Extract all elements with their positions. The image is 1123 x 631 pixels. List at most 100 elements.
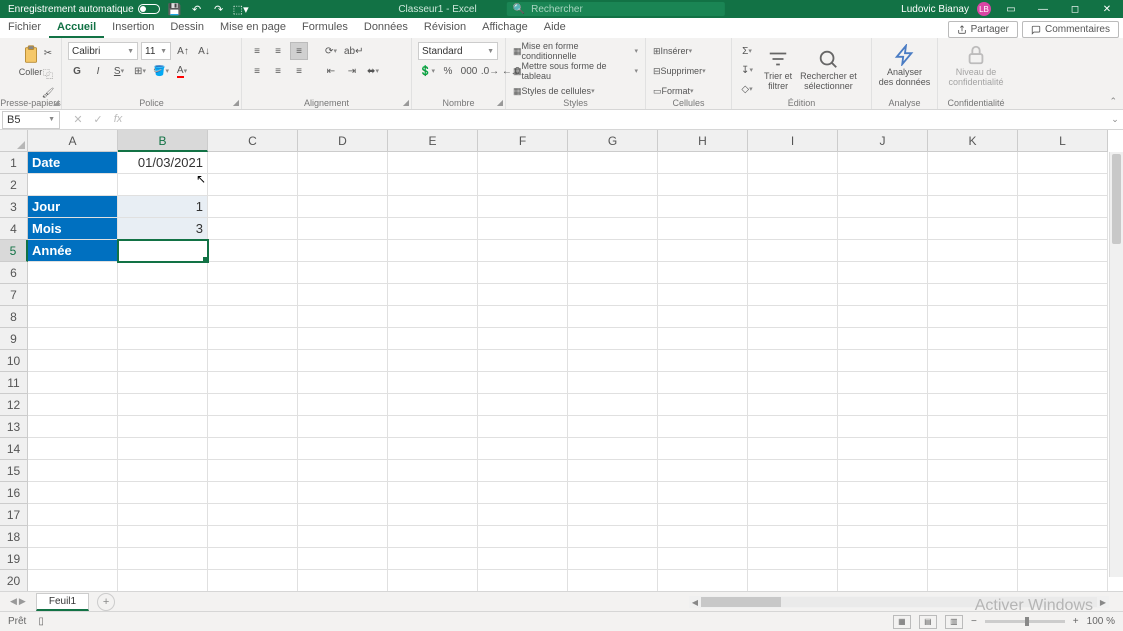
zoom-in-button[interactable]: +	[1073, 616, 1079, 627]
row-header[interactable]: 11	[0, 372, 28, 394]
cell[interactable]	[1018, 526, 1108, 548]
redo-icon[interactable]: ↷	[212, 2, 226, 16]
cell[interactable]	[1018, 218, 1108, 240]
underline-button[interactable]: S▾	[110, 62, 128, 80]
cell[interactable]	[748, 416, 838, 438]
tab-dessin[interactable]: Dessin	[162, 18, 212, 38]
cell[interactable]	[1018, 306, 1108, 328]
cell[interactable]	[1018, 416, 1108, 438]
cell[interactable]	[838, 350, 928, 372]
cell[interactable]	[838, 482, 928, 504]
zoom-slider[interactable]	[985, 620, 1065, 623]
cell[interactable]	[208, 394, 298, 416]
cell[interactable]	[838, 460, 928, 482]
row-header[interactable]: 9	[0, 328, 28, 350]
cell[interactable]	[118, 328, 208, 350]
scroll-left-icon[interactable]: ◀	[689, 598, 701, 607]
row-header[interactable]: 15	[0, 460, 28, 482]
cell[interactable]	[388, 350, 478, 372]
cell[interactable]	[388, 240, 478, 262]
align-right-button[interactable]: ≡	[290, 62, 308, 80]
save-icon[interactable]: 💾	[168, 2, 182, 16]
sort-filter-button[interactable]: Trier et filtrer	[760, 42, 796, 98]
cell[interactable]	[208, 416, 298, 438]
cell[interactable]	[1018, 284, 1108, 306]
user-avatar[interactable]: LB	[977, 2, 991, 16]
cell[interactable]	[658, 240, 748, 262]
delete-cells-button[interactable]: ⊟ Supprimer▾	[652, 62, 707, 80]
cell[interactable]	[748, 350, 838, 372]
cell[interactable]	[658, 152, 748, 174]
clipboard-launcher-icon[interactable]: ◢	[53, 98, 59, 107]
cell[interactable]	[838, 416, 928, 438]
row-header[interactable]: 20	[0, 570, 28, 591]
cell[interactable]	[748, 372, 838, 394]
cell[interactable]	[1018, 570, 1108, 591]
row-header[interactable]: 17	[0, 504, 28, 526]
cell[interactable]	[658, 394, 748, 416]
cell[interactable]	[928, 196, 1018, 218]
cell[interactable]	[928, 438, 1018, 460]
cell[interactable]	[838, 196, 928, 218]
cell[interactable]	[388, 284, 478, 306]
cell[interactable]	[568, 350, 658, 372]
cell[interactable]	[118, 284, 208, 306]
cell[interactable]	[298, 548, 388, 570]
cell[interactable]	[838, 174, 928, 196]
page-layout-button[interactable]: ▤	[919, 615, 937, 629]
horizontal-scrollbar[interactable]: ◀ ▶	[689, 596, 1109, 608]
cell[interactable]	[658, 218, 748, 240]
cell[interactable]	[928, 174, 1018, 196]
cell[interactable]	[928, 548, 1018, 570]
toggle-switch[interactable]	[138, 4, 160, 14]
cell[interactable]	[1018, 328, 1108, 350]
cell[interactable]	[478, 350, 568, 372]
cell[interactable]	[838, 262, 928, 284]
normal-view-button[interactable]: ▦	[893, 615, 911, 629]
cell[interactable]	[298, 504, 388, 526]
cell[interactable]	[388, 394, 478, 416]
cell[interactable]	[748, 196, 838, 218]
row-header[interactable]: 4	[0, 218, 28, 240]
cell[interactable]: Année	[28, 240, 118, 262]
cell[interactable]	[838, 328, 928, 350]
cell[interactable]	[28, 526, 118, 548]
cell[interactable]	[478, 240, 568, 262]
cell[interactable]	[388, 416, 478, 438]
cell[interactable]	[838, 152, 928, 174]
close-icon[interactable]: ✕	[1095, 0, 1119, 18]
cell[interactable]	[28, 350, 118, 372]
tab-affichage[interactable]: Affichage	[474, 18, 536, 38]
cell[interactable]	[208, 438, 298, 460]
cell[interactable]	[658, 262, 748, 284]
alignment-launcher-icon[interactable]: ◢	[403, 98, 409, 107]
cell[interactable]	[658, 504, 748, 526]
cell[interactable]	[478, 570, 568, 591]
copy-icon[interactable]: ⿻	[39, 64, 57, 82]
cell[interactable]	[568, 152, 658, 174]
cell[interactable]	[658, 526, 748, 548]
cell[interactable]	[568, 218, 658, 240]
merge-button[interactable]: ⬌▾	[364, 62, 382, 80]
cell[interactable]	[568, 394, 658, 416]
cell[interactable]	[928, 350, 1018, 372]
column-header[interactable]: D	[298, 130, 388, 152]
cell[interactable]	[478, 548, 568, 570]
cell[interactable]	[658, 372, 748, 394]
cell[interactable]	[28, 306, 118, 328]
cell[interactable]	[928, 240, 1018, 262]
cell[interactable]	[568, 262, 658, 284]
cell[interactable]	[568, 306, 658, 328]
cell[interactable]	[208, 306, 298, 328]
cell[interactable]	[388, 526, 478, 548]
cell[interactable]	[838, 548, 928, 570]
find-select-button[interactable]: Rechercher et sélectionner	[796, 42, 861, 98]
align-bottom-button[interactable]: ≡	[290, 42, 308, 60]
cell[interactable]	[28, 262, 118, 284]
cancel-formula-icon[interactable]: ✕	[68, 113, 88, 126]
increase-decimal-button[interactable]: .0→	[481, 62, 499, 80]
cell[interactable]	[838, 526, 928, 548]
cell[interactable]	[118, 570, 208, 591]
comments-button[interactable]: Commentaires	[1022, 21, 1119, 38]
cell[interactable]	[298, 218, 388, 240]
